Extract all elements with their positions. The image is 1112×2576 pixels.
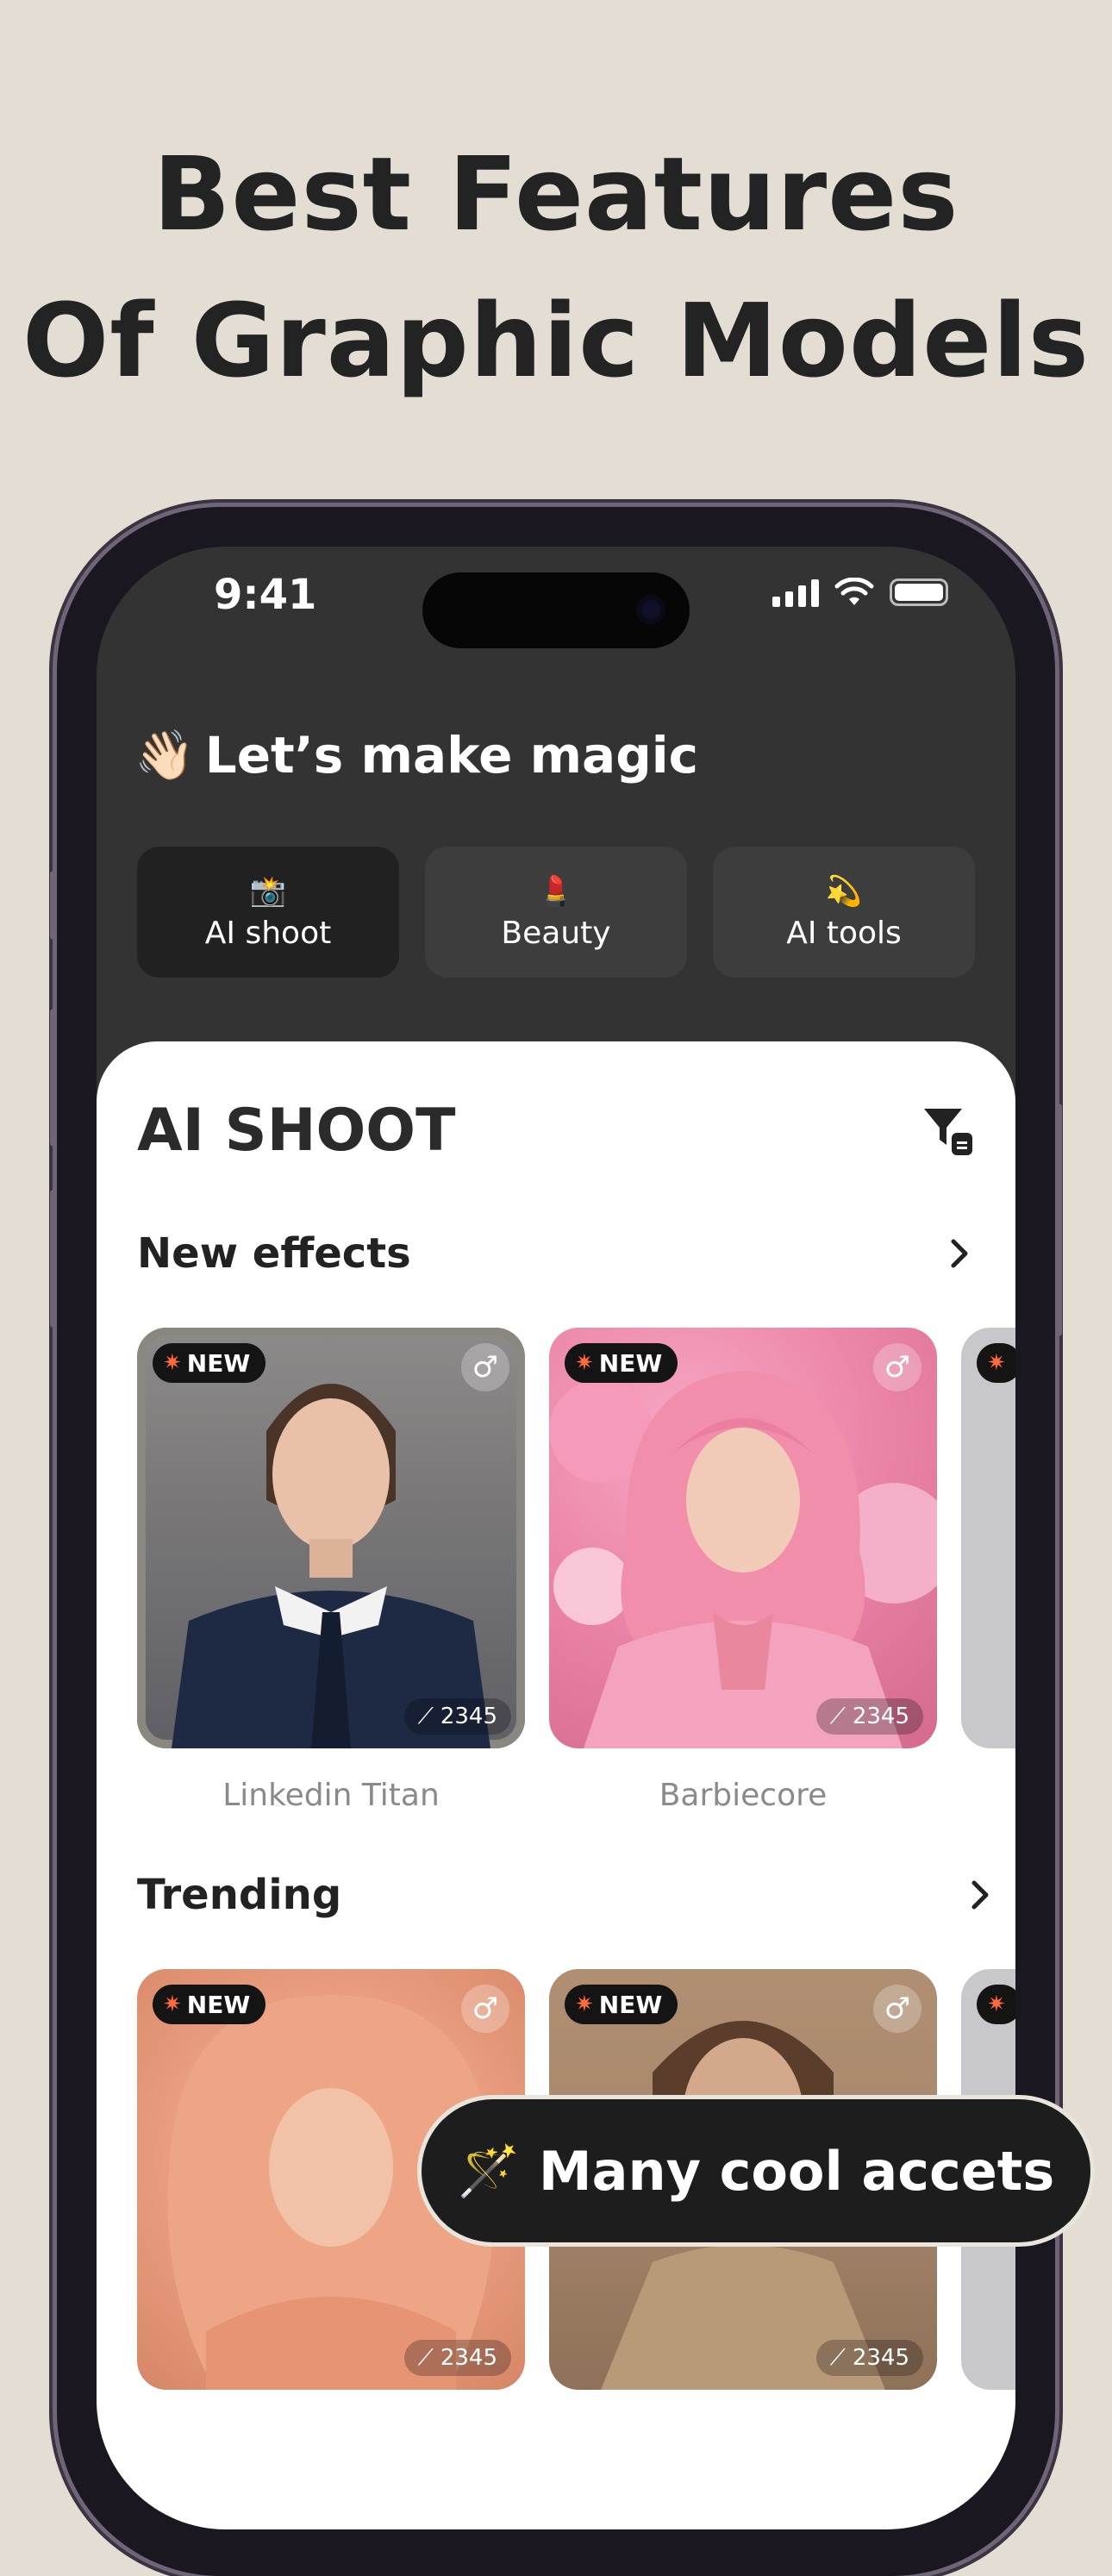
tab-label: AI tools	[786, 915, 902, 951]
tab-ai-tools[interactable]: 💫 AI tools	[713, 847, 975, 978]
sheet-title: AI SHOOT	[137, 1097, 456, 1165]
lipstick-icon: 💄	[537, 873, 575, 909]
greeting-text: Let’s make magic	[204, 726, 698, 785]
phone-side-button	[50, 871, 57, 940]
category-tabs: 📸 AI shoot 💄 Beauty 💫 AI tools	[137, 847, 975, 978]
spark-icon: ✷	[987, 1350, 1006, 1376]
new-badge: ✷ NEW	[153, 1343, 266, 1383]
usage-count: ⟋ 2345	[815, 1698, 923, 1735]
card-caption: Barbiecore	[659, 1778, 828, 1813]
card-caption: Linkedin Titan	[222, 1778, 440, 1813]
portrait-image	[172, 1384, 490, 1748]
dynamic-island	[422, 572, 690, 648]
phone-volume-down	[50, 1190, 57, 1328]
new-badge: ✷	[977, 1985, 1015, 2024]
dizzy-star-icon: 💫	[825, 873, 863, 909]
effect-card-partial[interactable]: ✷	[961, 1328, 1015, 1748]
portrait-image	[549, 1371, 937, 1748]
spark-icon: ✷	[575, 1350, 594, 1376]
section-title-new-effects: New effects	[137, 1229, 411, 1278]
feature-pill: 🪄 Many cool accets	[417, 2095, 1095, 2247]
tab-label: AI shoot	[204, 915, 332, 951]
spark-icon: ✷	[575, 1991, 594, 2017]
signal-icon	[772, 578, 819, 607]
effect-card-linkedin-titan[interactable]: ✷ NEW ♂ ⟋ 2345	[137, 1328, 525, 1748]
magic-wand-icon: ⟋	[417, 1703, 434, 1729]
new-badge: ✷	[977, 1343, 1015, 1383]
magic-wand-icon: ⟋	[829, 2344, 846, 2371]
camera-icon	[636, 595, 665, 624]
filter-icon[interactable]	[921, 1104, 976, 1159]
status-icons	[772, 578, 948, 607]
new-badge: ✷ NEW	[153, 1985, 266, 2024]
new-badge: ✷ NEW	[565, 1985, 678, 2024]
usage-count: ⟋ 2345	[403, 1698, 511, 1735]
male-symbol-icon: ♂	[873, 1343, 921, 1391]
wifi-icon	[834, 578, 874, 605]
usage-count: ⟋ 2345	[815, 2340, 923, 2376]
headline-line-1: Best Features	[153, 134, 959, 253]
male-symbol-icon: ♂	[461, 1343, 509, 1391]
spark-icon: ✷	[163, 1350, 182, 1376]
status-time: 9:41	[214, 571, 317, 619]
feature-pill-text: Many cool accets	[538, 2139, 1055, 2203]
waving-hand-icon: 👋🏻	[134, 728, 195, 784]
headline-line-2: Of Graphic Models	[22, 281, 1090, 400]
battery-icon	[890, 578, 948, 606]
tab-label: Beauty	[501, 915, 611, 951]
greeting: 👋🏻 Let’s make magic	[134, 726, 698, 785]
tab-ai-shoot[interactable]: 📸 AI shoot	[137, 847, 399, 978]
phone-volume-up	[50, 1009, 57, 1147]
chevron-right-icon[interactable]	[962, 1878, 996, 1912]
magic-wand-icon: 🪄	[457, 2141, 520, 2200]
chevron-right-icon[interactable]	[941, 1236, 976, 1271]
content-sheet: AI SHOOT New effects ✷ NEW ♂ ⟋ 2345 Link…	[97, 1041, 1015, 2529]
camera-flash-icon: 📸	[249, 873, 287, 909]
magic-wand-icon: ⟋	[829, 1703, 846, 1729]
male-symbol-icon: ♂	[873, 1985, 921, 2033]
status-bar: 9:41	[97, 547, 1015, 676]
spark-icon: ✷	[163, 1991, 182, 2017]
usage-count: ⟋ 2345	[403, 2340, 511, 2376]
male-symbol-icon: ♂	[461, 1985, 509, 2033]
headline: Best Features Of Graphic Models	[0, 121, 1112, 414]
effect-card-barbiecore[interactable]: ✷ NEW ♂ ⟋ 2345	[549, 1328, 937, 1748]
new-badge: ✷ NEW	[565, 1343, 678, 1383]
spark-icon: ✷	[987, 1991, 1006, 2017]
phone-power-button	[1055, 1104, 1062, 1336]
section-title-trending: Trending	[137, 1871, 342, 1919]
magic-wand-icon: ⟋	[417, 2344, 434, 2371]
tab-beauty[interactable]: 💄 Beauty	[425, 847, 687, 978]
